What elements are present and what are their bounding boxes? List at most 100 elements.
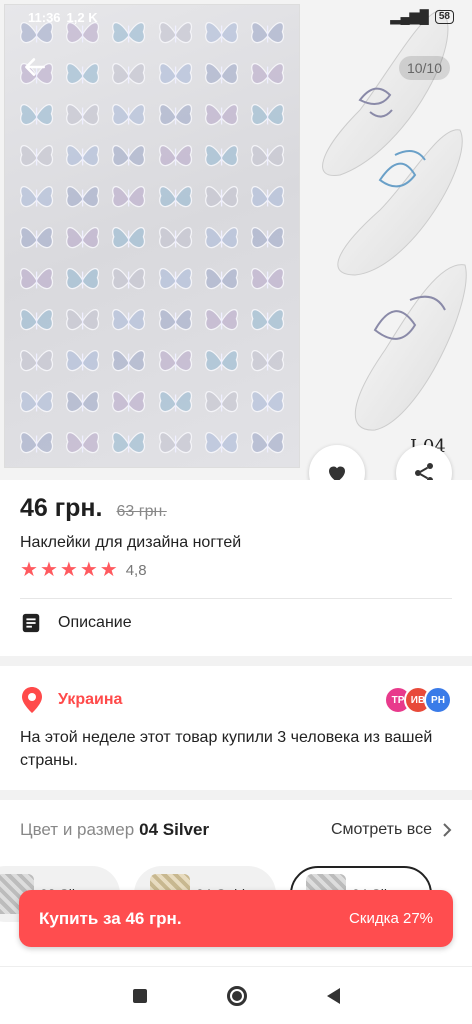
heart-icon	[329, 466, 345, 480]
butterfly-sticker	[112, 350, 146, 372]
butterfly-sticker	[158, 63, 192, 85]
back-button[interactable]	[18, 50, 52, 84]
butterfly-sticker	[20, 145, 53, 167]
rating[interactable]: ★ ★ ★ ★ ★ 4,8	[20, 560, 147, 580]
recent-apps-button[interactable]	[132, 989, 147, 1003]
location-purchase-text: На этой неделе этот товар купили 3 челов…	[20, 729, 433, 769]
butterfly-sticker	[20, 309, 53, 331]
location-row: Украина	[20, 686, 122, 714]
butterfly-sticker	[158, 227, 192, 249]
avatar: PH	[424, 686, 452, 714]
butterfly-sticker	[250, 268, 284, 290]
see-all-link[interactable]: Смотреть все	[331, 821, 452, 839]
butterfly-sticker	[204, 309, 238, 331]
document-icon	[22, 613, 40, 633]
butterfly-sticker	[66, 391, 100, 413]
divider	[0, 966, 472, 967]
butterfly-sticker	[112, 391, 146, 413]
butterfly-sticker	[66, 186, 100, 208]
butterfly-sticker	[66, 432, 100, 454]
butterfly-sticker	[250, 227, 284, 249]
home-button[interactable]	[226, 986, 247, 1006]
product-title: Наклейки для дизайна ногтей	[20, 534, 242, 551]
chevron-right-icon	[443, 823, 452, 837]
butterfly-sticker	[204, 268, 238, 290]
butterfly-sticker	[112, 104, 146, 126]
butterfly-sticker	[66, 63, 100, 85]
butterfly-sticker	[204, 63, 238, 85]
butterfly-sticker	[250, 391, 284, 413]
butterfly-sticker	[20, 268, 53, 290]
butterfly-sticker	[204, 227, 238, 249]
butterfly-sticker	[250, 186, 284, 208]
butterfly-sticker	[204, 104, 238, 126]
butterfly-sticker	[158, 432, 192, 454]
status-net-speed: 1,2 K	[66, 9, 98, 25]
butterfly-sticker	[158, 104, 192, 126]
buy-label: Купить за 46 грн.	[39, 908, 182, 928]
butterfly-sticker	[250, 145, 284, 167]
system-nav-bar	[0, 968, 472, 1024]
butterfly-sticker	[66, 145, 100, 167]
arrow-left-icon	[25, 58, 45, 76]
butterfly-sticker	[158, 186, 192, 208]
butterfly-sticker	[158, 268, 192, 290]
butterfly-sticker	[250, 309, 284, 331]
butterfly-sticker	[112, 268, 146, 290]
butterfly-sticker	[112, 309, 146, 331]
butterfly-sticker	[158, 309, 192, 331]
butterfly-sticker	[112, 186, 146, 208]
old-price: 63 грн.	[116, 503, 167, 520]
buy-button[interactable]: Купить за 46 грн. Скидка 27%	[19, 890, 453, 947]
butterfly-sticker	[20, 391, 53, 413]
butterfly-sticker	[20, 186, 53, 208]
share-icon	[415, 463, 433, 480]
butterfly-sticker	[204, 350, 238, 372]
product-image-gallery[interactable]: 10/10 I 04	[0, 0, 472, 480]
butterfly-sticker	[204, 145, 238, 167]
butterfly-sticker	[66, 104, 100, 126]
butterfly-sticker	[158, 145, 192, 167]
system-back-button[interactable]	[326, 988, 340, 1004]
butterfly-sticker	[250, 63, 284, 85]
butterfly-sticker	[20, 104, 53, 126]
butterfly-sticker	[112, 432, 146, 454]
signal-icon: ▂▄▆█	[390, 9, 429, 24]
rating-value: 4,8	[125, 561, 147, 579]
butterfly-sticker	[66, 309, 100, 331]
star-icon: ★	[99, 559, 118, 581]
color-size-label: Цвет и размер	[20, 820, 135, 839]
butterfly-sticker	[112, 227, 146, 249]
butterfly-sticker	[158, 350, 192, 372]
battery-icon: 58	[434, 10, 454, 24]
butterfly-sticker	[112, 145, 146, 167]
butterfly-sticker	[20, 432, 53, 454]
butterfly-sticker	[66, 227, 100, 249]
status-time: 11:36	[28, 9, 61, 25]
description-row[interactable]: Описание	[20, 612, 132, 634]
star-icon: ★	[39, 559, 58, 581]
current-price: 46 грн.	[20, 494, 103, 522]
butterfly-sticker	[66, 350, 100, 372]
price-row: 46 грн. 63 грн.	[20, 494, 167, 523]
butterfly-sticker	[250, 350, 284, 372]
image-counter: 10/10	[398, 56, 450, 80]
color-size-selected: 04 Silver	[139, 820, 210, 839]
butterfly-sticker	[20, 227, 53, 249]
butterfly-sticker	[66, 268, 100, 290]
star-icon: ★	[79, 559, 98, 581]
description-label: Описание	[58, 614, 132, 631]
discount-label: Скидка 27%	[349, 910, 433, 927]
location-country: Украина	[58, 691, 123, 708]
see-all-label: Смотреть все	[330, 821, 432, 838]
butterfly-sticker	[204, 432, 238, 454]
butterfly-sticker	[204, 391, 238, 413]
status-bar: 11:36 1,2 K ▂▄▆█ 58	[0, 0, 472, 34]
color-size-row[interactable]: Цвет и размер 04 Silver Смотреть все	[20, 820, 452, 840]
section-separator	[0, 656, 472, 666]
section-separator	[0, 790, 472, 800]
divider	[20, 598, 452, 599]
butterfly-sticker	[112, 63, 146, 85]
star-icon: ★	[59, 559, 78, 581]
butterfly-sticker	[250, 104, 284, 126]
